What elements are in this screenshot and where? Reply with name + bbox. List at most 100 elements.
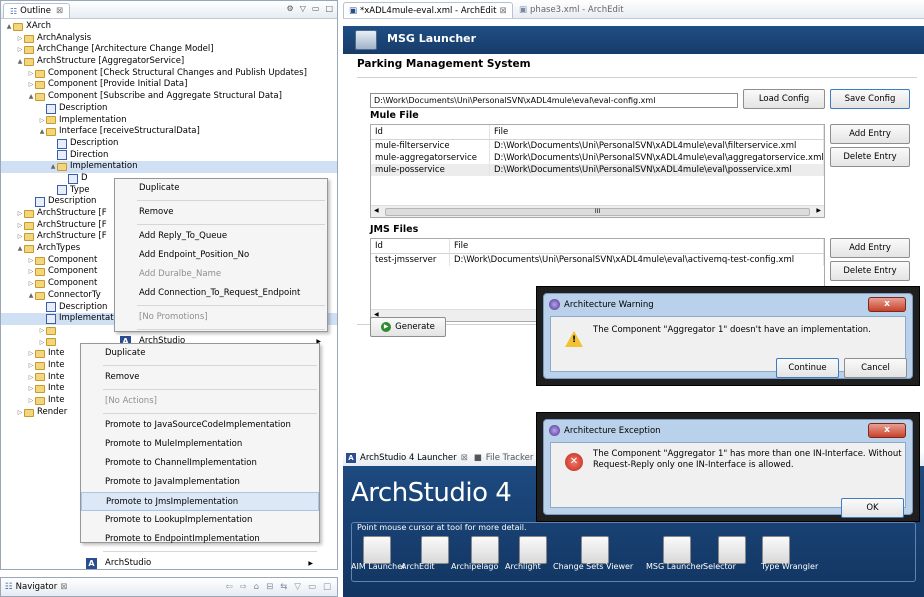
- tree-item[interactable]: ▷ Implementation: [1, 115, 337, 127]
- expand-icon[interactable]: ▲: [27, 91, 35, 103]
- tree-item[interactable]: ▲ ArchStructure [AggregatorService]: [1, 56, 337, 68]
- forward-icon[interactable]: ⇨: [240, 582, 247, 592]
- expand-icon[interactable]: ▷: [38, 337, 46, 349]
- continue-button[interactable]: Continue: [776, 358, 839, 378]
- close-icon[interactable]: ⊠: [499, 6, 506, 16]
- tool-icon[interactable]: [581, 536, 609, 564]
- tool-label[interactable]: MSG Launcher: [646, 562, 704, 571]
- tool-icon[interactable]: [471, 536, 499, 564]
- column-header-id[interactable]: Id: [371, 239, 450, 253]
- expand-icon[interactable]: ▷: [16, 220, 24, 232]
- tree-item[interactable]: ▲ Interface [receiveStructuralData]: [1, 126, 337, 138]
- expand-icon[interactable]: ▷: [27, 348, 35, 360]
- column-header-id[interactable]: Id: [371, 125, 490, 139]
- close-icon[interactable]: ⊠: [461, 453, 468, 463]
- menu-item[interactable]: Add Reply_To_Queue: [115, 227, 327, 246]
- editor-tab-phase3[interactable]: ▣ phase3.xml - ArchEdit: [514, 2, 629, 18]
- filter-icon[interactable]: ⚙: [287, 4, 294, 13]
- tool-label[interactable]: AIM Launcher: [351, 562, 405, 571]
- tool-icon[interactable]: [519, 536, 547, 564]
- menu-item[interactable]: Remove: [81, 368, 319, 387]
- scroll-left-icon[interactable]: ◀: [374, 207, 379, 214]
- generate-button[interactable]: ▶ Generate: [370, 317, 446, 337]
- menu-item[interactable]: Promote to JavaImplementation: [81, 473, 319, 492]
- expand-icon[interactable]: ▲: [49, 161, 57, 173]
- tool-label[interactable]: Archlight: [505, 562, 541, 571]
- expand-icon[interactable]: ▲: [5, 21, 13, 33]
- scroll-right-icon[interactable]: ▶: [816, 207, 821, 214]
- tree-item[interactable]: Direction: [1, 150, 337, 162]
- tool-icon[interactable]: [718, 536, 746, 564]
- close-icon[interactable]: ⊠: [56, 6, 63, 16]
- link-icon[interactable]: ⇆: [280, 582, 287, 592]
- tree-item[interactable]: Description: [1, 138, 337, 150]
- view-menu-icon[interactable]: ▽: [300, 4, 306, 13]
- tree-item[interactable]: ▲ XArch: [1, 21, 337, 33]
- delete-entry-button[interactable]: Delete Entry: [830, 147, 910, 167]
- save-config-button[interactable]: Save Config: [830, 89, 910, 109]
- expand-icon[interactable]: ▷: [27, 79, 35, 91]
- expand-icon[interactable]: ▷: [38, 115, 46, 127]
- tree-item[interactable]: ▷ ArchAnalysis: [1, 33, 337, 45]
- expand-icon[interactable]: ▷: [27, 372, 35, 384]
- collapse-icon[interactable]: ⊟: [266, 582, 273, 592]
- close-icon[interactable]: x: [868, 297, 906, 312]
- expand-icon[interactable]: ▷: [38, 325, 46, 337]
- outline-tab[interactable]: ☷ Outline ⊠: [3, 3, 71, 18]
- expand-icon[interactable]: ▷: [27, 278, 35, 290]
- tree-item[interactable]: ▷ ArchChange [Architecture Change Model]: [1, 44, 337, 56]
- column-header-file[interactable]: File: [450, 239, 824, 253]
- close-icon[interactable]: x: [868, 423, 906, 438]
- cancel-button[interactable]: Cancel: [844, 358, 907, 378]
- expand-icon[interactable]: ▷: [27, 255, 35, 267]
- table-row[interactable]: test-jmsserver D:\Work\Documents\Uni\Pers…: [371, 254, 824, 266]
- tree-item[interactable]: ▷ Component [Provide Initial Data]: [1, 79, 337, 91]
- table-row[interactable]: mule-posservice D:\Work\Documents\Uni\Per…: [371, 164, 824, 176]
- navigator-tab-label[interactable]: Navigator: [16, 582, 58, 592]
- menu-item[interactable]: Add Connection_To_Request_Endpoint: [115, 284, 327, 303]
- menu-item[interactable]: Add Endpoint_Position_No: [115, 246, 327, 265]
- add-entry-button[interactable]: Add Entry: [830, 238, 910, 258]
- expand-icon[interactable]: ▲: [27, 290, 35, 302]
- add-entry-button[interactable]: Add Entry: [830, 124, 910, 144]
- expand-icon[interactable]: ▲: [38, 126, 46, 138]
- menu-item[interactable]: Duplicate: [81, 344, 319, 363]
- ok-button[interactable]: OK: [841, 498, 904, 518]
- home-icon[interactable]: ⌂: [254, 582, 259, 592]
- menu-item[interactable]: Promote to EndpointImplementation: [81, 530, 319, 549]
- expand-icon[interactable]: ▷: [27, 360, 35, 372]
- table-row[interactable]: mule-aggregatorservice D:\Work\Documents\…: [371, 152, 824, 164]
- menu-item[interactable]: Promote to JmsImplementation: [81, 492, 319, 511]
- expand-icon[interactable]: ▷: [27, 266, 35, 278]
- load-config-button[interactable]: Load Config: [743, 89, 825, 109]
- menu-item[interactable]: Promote to ChannelImplementation: [81, 454, 319, 473]
- dialog-titlebar[interactable]: Architecture Exception x: [544, 420, 912, 442]
- tool-label[interactable]: Selector: [703, 562, 736, 571]
- expand-icon[interactable]: ▷: [16, 44, 24, 56]
- expand-icon[interactable]: ▷: [16, 407, 24, 419]
- tool-label[interactable]: ArchEdit: [401, 562, 435, 571]
- column-header-file[interactable]: File: [490, 125, 824, 139]
- menu-item[interactable]: Promote to MuleImplementation: [81, 435, 319, 454]
- minimize-icon[interactable]: ▭: [308, 582, 316, 592]
- expand-icon[interactable]: ▷: [27, 395, 35, 407]
- maximize-icon[interactable]: □: [325, 4, 333, 13]
- expand-icon[interactable]: ▷: [16, 33, 24, 45]
- maximize-icon[interactable]: □: [323, 582, 331, 592]
- tool-icon[interactable]: [421, 536, 449, 564]
- back-icon[interactable]: ⇦: [225, 582, 232, 592]
- menu-item[interactable]: Duplicate: [115, 179, 327, 198]
- tool-icon[interactable]: [762, 536, 790, 564]
- tool-label[interactable]: Archipelago: [451, 562, 498, 571]
- tool-icon[interactable]: [663, 536, 691, 564]
- expand-icon[interactable]: ▷: [27, 68, 35, 80]
- config-path-input[interactable]: D:\Work\Documents\Uni\PersonalSVN\xADL4m…: [370, 93, 738, 108]
- launcher-tab-label[interactable]: ArchStudio 4 Launcher: [360, 453, 457, 463]
- view-menu-icon[interactable]: ▽: [294, 582, 301, 592]
- expand-icon[interactable]: ▲: [16, 56, 24, 68]
- scrollbar-thumb[interactable]: III: [385, 208, 810, 216]
- close-icon[interactable]: ⊠: [60, 582, 67, 592]
- editor-tab-eval[interactable]: ▣ *xADL4mule-eval.xml - ArchEdit ⊠: [343, 2, 513, 18]
- tool-label[interactable]: Change Sets Viewer: [553, 562, 633, 571]
- delete-entry-button[interactable]: Delete Entry: [830, 261, 910, 281]
